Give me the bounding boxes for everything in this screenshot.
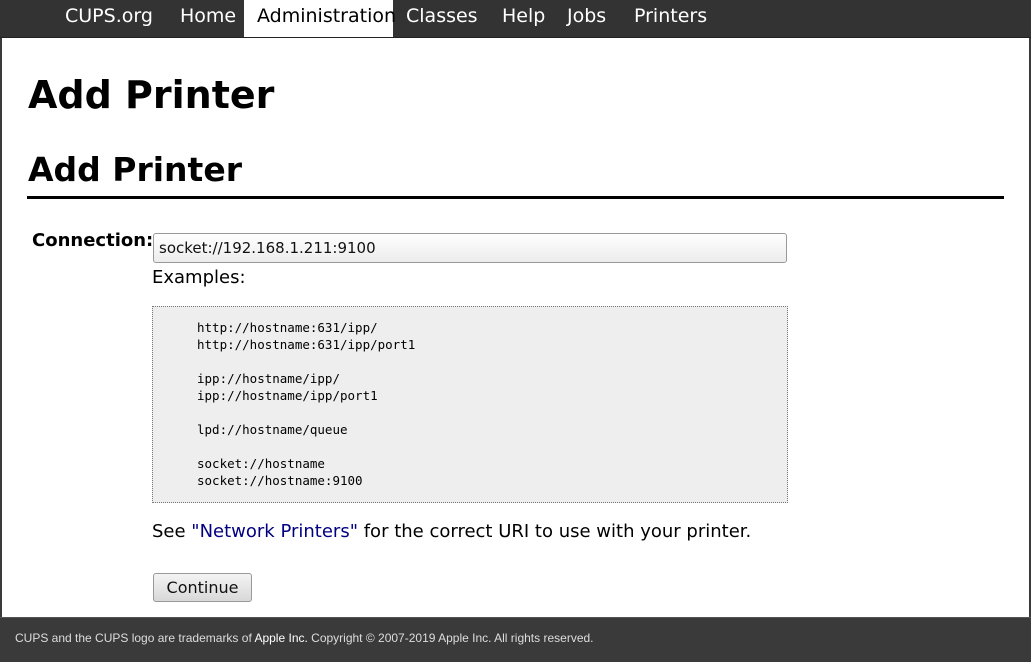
network-printers-link[interactable]: "Network Printers" [191,521,358,542]
examples-box: http://hostname:631/ipp/ http://hostname… [152,306,788,503]
footer: CUPS and the CUPS logo are trademarks of… [0,617,1031,662]
nav-item-help[interactable]: Help [489,0,558,37]
example-uri: ipp://hostname/ipp/ [197,371,340,386]
example-uri: ipp://hostname/ipp/port1 [197,388,378,403]
nav-item-classes[interactable]: Classes [393,0,491,37]
continue-button[interactable]: Continue [153,573,252,602]
apple-inc-link[interactable]: Apple Inc. [254,631,307,645]
nav-item-jobs[interactable]: Jobs [554,0,619,37]
example-uri: socket://hostname [197,456,325,471]
section-divider [27,196,1004,199]
nav-item-cups-org[interactable]: CUPS.org [52,0,166,37]
nav-item-administration[interactable]: Administration [244,0,396,37]
section-title: Add Printer [28,150,242,189]
examples-list: http://hostname:631/ipp/ http://hostname… [197,319,415,489]
example-uri: socket://hostname:9100 [197,473,363,488]
nav-item-home[interactable]: Home [167,0,249,37]
example-uri: http://hostname:631/ipp/port1 [197,337,416,352]
network-printers-hint: See "Network Printers" for the correct U… [152,521,752,542]
example-uri: http://hostname:631/ipp/ [197,320,378,335]
examples-label: Examples: [152,267,246,288]
connection-input[interactable] [153,233,787,263]
page-title: Add Printer [28,73,275,117]
example-uri: lpd://hostname/queue [197,422,348,437]
nav-item-printers[interactable]: Printers [621,0,720,37]
connection-label: Connection: [32,230,154,251]
top-navbar: CUPS.org Home Administration Classes Hel… [0,0,1031,38]
footer-copyright: CUPS and the CUPS logo are trademarks of… [15,631,594,645]
